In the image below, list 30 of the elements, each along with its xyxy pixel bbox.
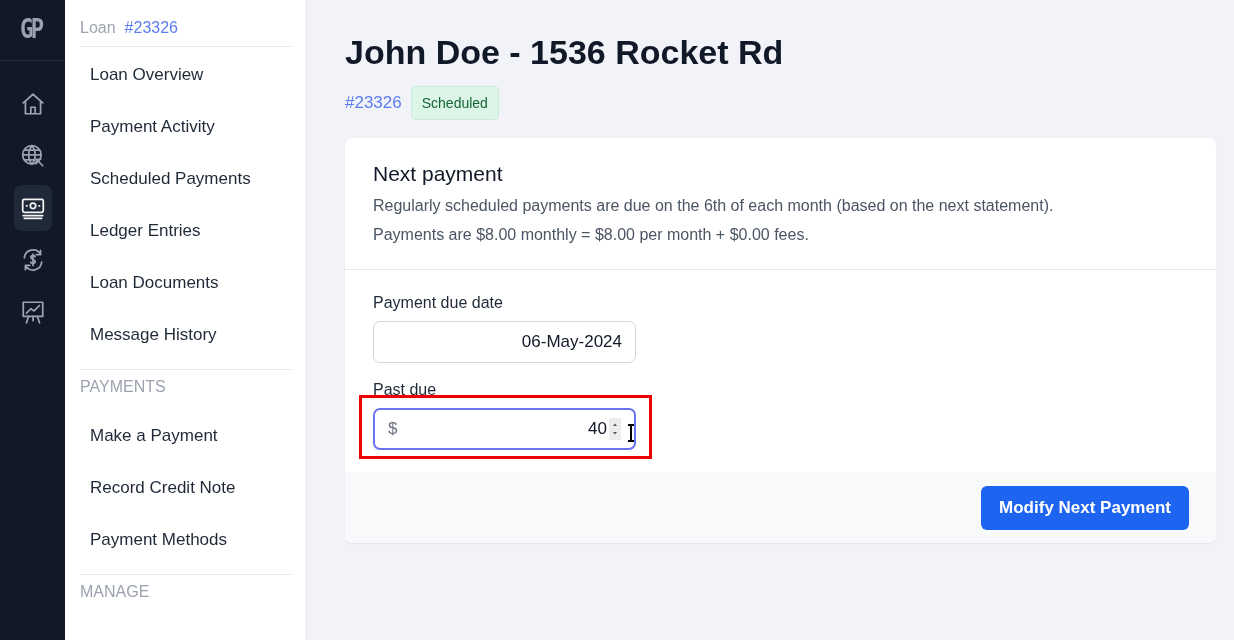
- globe-icon: [19, 143, 46, 169]
- description-text: Regularly scheduled payments are due on the 6th of each month (based on the next statement).: [373, 196, 1055, 216]
- status-badge: Scheduled: [410, 86, 499, 120]
- description-text: Payments are $8.00 monthly = $8.00 per month + $0.00 fees.: [373, 225, 810, 245]
- sidebar-item[interactable]: Payment Activity: [80, 115, 292, 167]
- text-cursor-icon: [626, 424, 636, 442]
- sidebar-item[interactable]: Payment Methods: [80, 528, 292, 580]
- sidebar-item[interactable]: Record Credit Note: [80, 476, 292, 528]
- section-heading: PAYMENTS: [80, 378, 167, 397]
- date-field[interactable]: 06-May-2024: [373, 321, 636, 363]
- sidebar-item[interactable]: Loan Documents: [80, 271, 292, 323]
- field-label: Payment due date: [373, 294, 504, 312]
- sidebar-item[interactable]: Make a Payment: [80, 424, 292, 476]
- sidebar-heading: Loan: [80, 19, 116, 36]
- sidebar-item[interactable]: Scheduled Payments: [80, 167, 292, 219]
- amount-field[interactable]: $ 40: [373, 408, 636, 450]
- modify-button[interactable]: Modify Next Payment: [981, 486, 1189, 530]
- chart-board-icon: [19, 299, 46, 325]
- card-title: Next payment: [373, 162, 504, 186]
- loan-link[interactable]: #23326: [124, 19, 178, 36]
- sidebar-item[interactable]: Message History: [80, 323, 292, 375]
- sidebar-item[interactable]: Loan Overview: [80, 63, 292, 115]
- logo: GP: [20, 13, 42, 46]
- nav-button[interactable]: [13, 185, 52, 231]
- sidebar-item[interactable]: Ledger Entries: [80, 219, 292, 271]
- page-title: John Doe - 1536 Rocket Rd: [345, 33, 785, 72]
- spinner-icon[interactable]: [609, 418, 621, 440]
- field-label: Past due: [373, 381, 438, 399]
- banknote-icon: [19, 195, 46, 221]
- section-heading: MANAGE: [80, 583, 151, 602]
